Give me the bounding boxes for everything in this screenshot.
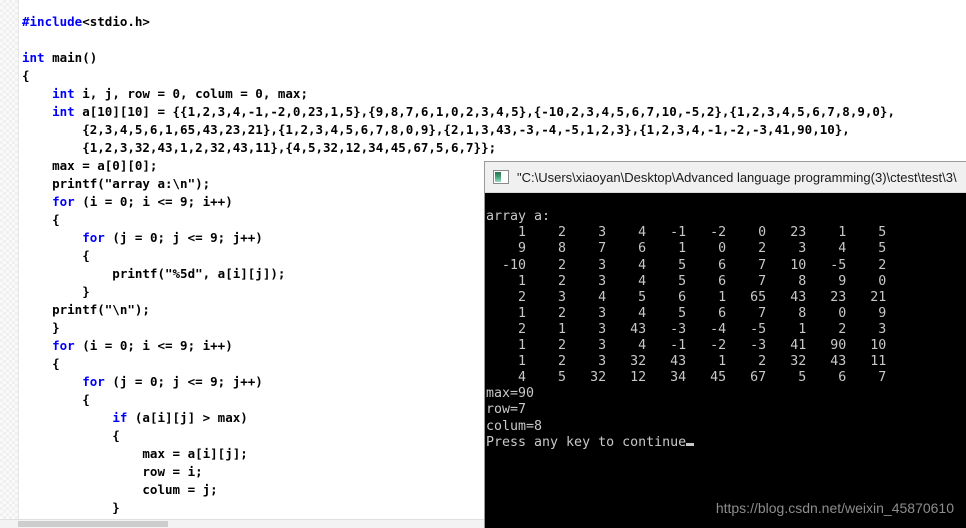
code-text: } <box>22 499 120 515</box>
code-text: printf("\n"); <box>22 301 150 317</box>
code-line: int main() <box>22 49 966 67</box>
code-line: {1,2,3,32,43,1,2,32,43,11},{4,5,32,12,34… <box>22 139 966 157</box>
code-line: int a[10][10] = {{1,2,3,4,-1,-2,0,23,1,5… <box>22 103 966 121</box>
code-text: i, j, row = 0, colum = 0, max; <box>74 85 308 101</box>
code-text: main() <box>44 49 98 65</box>
console-output-area[interactable]: array a: 1 2 3 4 -1 -2 0 23 1 5 9 8 7 6 … <box>485 193 966 528</box>
code-keyword: int <box>52 85 75 101</box>
code-keyword: #include <box>22 13 83 29</box>
console-title-label: "C:\Users\xiaoyan\Desktop\Advanced langu… <box>517 169 957 185</box>
code-text: (j = 0; j <= 9; j++) <box>104 373 263 389</box>
console-output-text: array a: 1 2 3 4 -1 -2 0 23 1 5 9 8 7 6 … <box>486 209 887 450</box>
editor-gutter <box>0 0 18 520</box>
code-keyword: int <box>22 49 45 65</box>
code-text: { <box>22 355 60 371</box>
console-window[interactable]: "C:\Users\xiaoyan\Desktop\Advanced langu… <box>484 161 966 528</box>
watermark-label: https://blog.csdn.net/weixin_45870610 <box>715 500 954 516</box>
code-text: { <box>22 427 120 443</box>
code-text: (i = 0; i <= 9; i++) <box>74 193 233 209</box>
code-text: max = a[i][j]; <box>22 445 248 461</box>
code-text: { <box>22 247 90 263</box>
code-keyword: int <box>52 103 75 119</box>
console-window-icon <box>493 170 509 184</box>
code-text: (j = 0; j <= 9; j++) <box>104 229 263 245</box>
code-text: <stdio.h> <box>82 13 150 29</box>
code-keyword: for <box>82 373 105 389</box>
code-text: } <box>22 319 60 335</box>
code-keyword: for <box>52 193 75 209</box>
console-titlebar[interactable]: "C:\Users\xiaoyan\Desktop\Advanced langu… <box>485 162 966 193</box>
code-text: printf("array a:\n"); <box>22 175 211 191</box>
console-cursor <box>686 442 695 446</box>
code-keyword: for <box>52 337 75 353</box>
code-text: printf("%5d", a[i][j]); <box>22 265 286 281</box>
code-text: (a[i][j] > max) <box>127 409 248 425</box>
code-text: { <box>22 391 90 407</box>
code-text: {1,2,3,32,43,1,2,32,43,11},{4,5,32,12,34… <box>22 139 497 155</box>
code-text: max = a[0][0]; <box>22 157 158 173</box>
code-text: } <box>22 283 90 299</box>
screenshot-root: #include<stdio.h> int main(){ int i, j, … <box>0 0 966 528</box>
code-text: a[10][10] = {{1,2,3,4,-1,-2,0,23,1,5},{9… <box>74 103 895 119</box>
code-keyword: if <box>112 409 128 425</box>
editor-horizontal-scrollbar-thumb[interactable] <box>18 521 168 527</box>
editor-gutter-divider <box>18 0 19 520</box>
code-text: row = i; <box>22 463 203 479</box>
code-line: { <box>22 67 966 85</box>
code-line: int i, j, row = 0, colum = 0, max; <box>22 85 966 103</box>
code-line: #include<stdio.h> <box>22 13 966 31</box>
code-text: colum = j; <box>22 481 218 497</box>
code-text: { <box>22 67 30 83</box>
code-keyword: for <box>82 229 105 245</box>
code-text: (i = 0; i <= 9; i++) <box>74 337 233 353</box>
code-text: {2,3,4,5,6,1,65,43,23,21},{1,2,3,4,5,6,7… <box>22 121 850 137</box>
code-text: { <box>22 211 60 227</box>
code-line: {2,3,4,5,6,1,65,43,23,21},{1,2,3,4,5,6,7… <box>22 121 966 139</box>
